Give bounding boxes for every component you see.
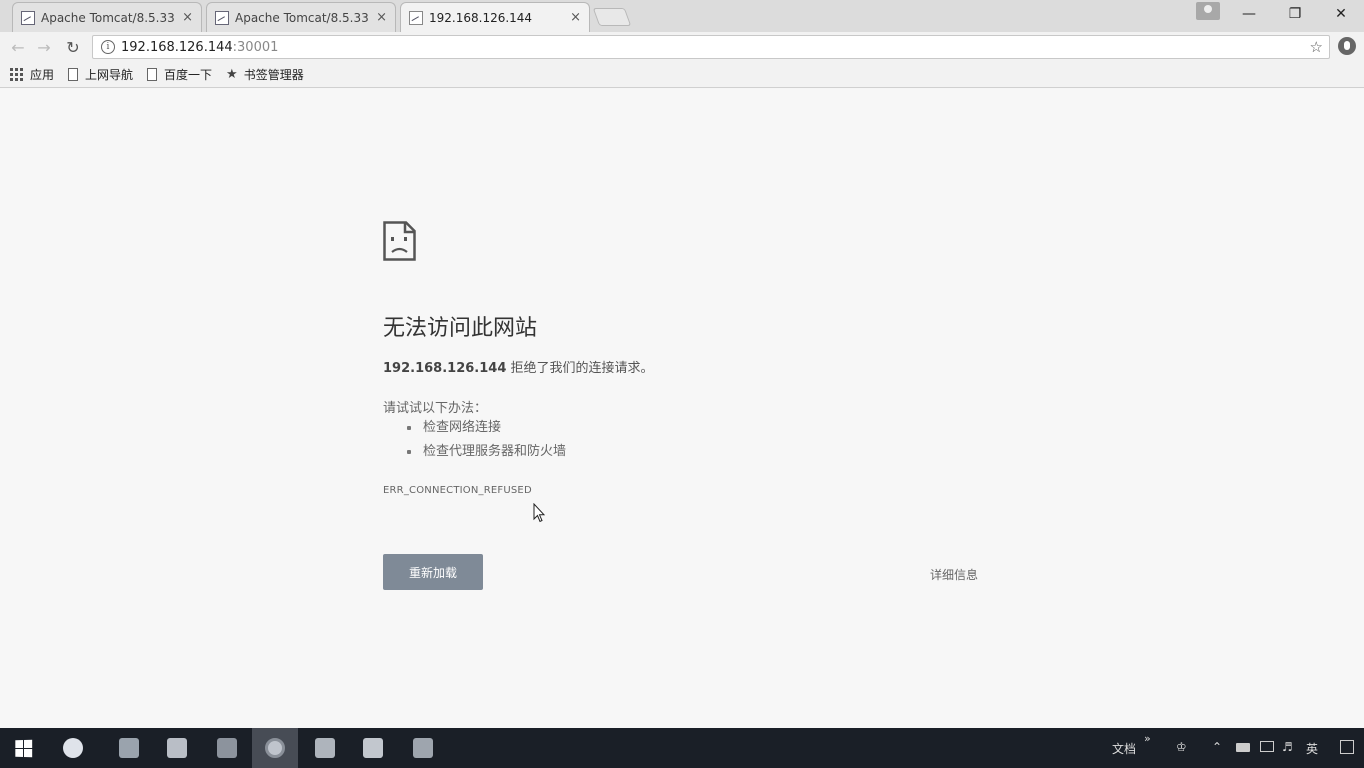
bookmark-star-icon[interactable]: ☆ [1310,38,1323,56]
tab-title: 192.168.126.144 [429,10,533,25]
bookmarks-bar: 应用 上网导航 百度一下 ★ 书签管理器 [0,62,1364,88]
pinwheel-icon [63,738,83,758]
show-hidden-icons-icon[interactable]: ⌃ [1212,741,1226,754]
error-page: 无法访问此网站 192.168.126.144 拒绝了我们的连接请求。 请试试以… [0,89,1364,728]
minimize-button[interactable]: — [1226,0,1272,28]
error-description-text: 拒绝了我们的连接请求。 [506,361,654,376]
bookmark-label: 百度一下 [164,68,213,82]
screen-icon [217,738,237,758]
suggestion-item: 检查代理服务器和防火墙 [406,443,566,467]
chrome-icon [265,738,285,758]
sad-document-icon [383,221,416,261]
taskbar-app-screen[interactable] [204,728,250,768]
folder-icon [119,738,139,758]
error-title: 无法访问此网站 [383,316,538,341]
taskbar-app-vm[interactable] [154,728,200,768]
tab-strip: Apache Tomcat/8.5.33 × Apache Tomcat/8.5… [0,0,1364,32]
notes-icon [363,738,383,758]
bookmark-label: 书签管理器 [243,68,304,82]
tray-chevron-icon[interactable]: » [1144,732,1151,745]
bookmark-navigation[interactable]: 上网导航 [68,66,133,83]
new-tab-button[interactable] [592,8,632,26]
url-port: :30001 [232,39,279,55]
error-description: 192.168.126.144 拒绝了我们的连接请求。 [383,357,654,376]
tomcat-favicon-icon [21,10,35,25]
people-icon[interactable]: ♔ [1176,741,1190,754]
bookmark-label: 上网导航 [85,68,134,82]
info-icon[interactable]: i [101,40,115,54]
error-host: 192.168.126.144 [383,361,507,376]
mouse-cursor-icon [533,503,545,523]
page-icon [68,68,79,81]
apps-grid-icon [10,67,24,82]
tab-title: Apache Tomcat/8.5.33 [235,10,369,25]
bookmark-manager[interactable]: ★ 书签管理器 [226,66,304,83]
vm-icon [167,738,187,758]
taskbar: 文档 » ♔ ⌃ ♬ 英 [0,728,1364,768]
taskbar-app-db[interactable] [302,728,348,768]
error-code: ERR_CONNECTION_REFUSED [383,485,532,496]
volume-icon[interactable]: ♬ [1282,741,1296,754]
database-icon [315,738,335,758]
suggestions-heading: 请试试以下办法： [383,401,488,416]
tab-active-ip[interactable]: 192.168.126.144 × [400,2,590,32]
notification-center-icon[interactable] [1340,740,1354,754]
tray-docs-label[interactable]: 文档 [1112,740,1136,757]
forward-arrow-icon[interactable]: → [34,37,54,57]
windows-logo-icon [14,739,32,757]
profile-icon[interactable] [1196,2,1220,20]
back-arrow-icon[interactable]: ← [8,37,28,57]
url-host: 192.168.126.144 [121,39,233,55]
taskbar-app-chrome[interactable] [252,728,298,768]
tomcat-favicon-icon [215,10,229,25]
details-button[interactable]: 详细信息 [930,566,978,583]
suggestions-list: 检查网络连接 检查代理服务器和防火墙 [406,419,566,467]
bookmark-apps[interactable]: 应用 [10,66,54,83]
taskbar-app-notes[interactable] [350,728,396,768]
close-icon[interactable]: × [182,10,193,25]
reload-button[interactable]: 重新加载 [383,554,483,590]
address-bar[interactable]: i 192.168.126.144 :30001 ☆ [92,35,1330,59]
reload-icon[interactable]: ↻ [63,37,83,57]
taskbar-app-tool[interactable] [400,728,446,768]
tab-title: Apache Tomcat/8.5.33 [41,10,175,25]
page-icon [147,68,158,81]
tab-apache-tomcat-1[interactable]: Apache Tomcat/8.5.33 × [12,2,202,32]
tab-apache-tomcat-2[interactable]: Apache Tomcat/8.5.33 × [206,2,396,32]
suggestion-item: 检查网络连接 [406,419,566,443]
ime-language-indicator[interactable]: 英 [1306,740,1318,757]
taskbar-app-pinwheel[interactable] [50,728,96,768]
star-icon: ★ [226,67,238,82]
close-icon[interactable]: × [570,10,581,25]
start-button[interactable] [0,728,46,768]
browser-toolbar: ← → ↻ i 192.168.126.144 :30001 ☆ [0,32,1364,62]
close-window-button[interactable]: ✕ [1318,0,1364,28]
network-icon[interactable] [1260,741,1274,752]
taskbar-app-explorer[interactable] [106,728,152,768]
maximize-button[interactable]: ❐ [1272,0,1318,28]
bookmark-baidu[interactable]: 百度一下 [147,66,212,83]
page-favicon-icon [409,10,423,25]
bookmark-label: 应用 [30,68,55,82]
battery-icon[interactable] [1236,743,1250,752]
close-icon[interactable]: × [376,10,387,25]
tool-icon [413,738,433,758]
extension-icon[interactable] [1338,37,1356,55]
